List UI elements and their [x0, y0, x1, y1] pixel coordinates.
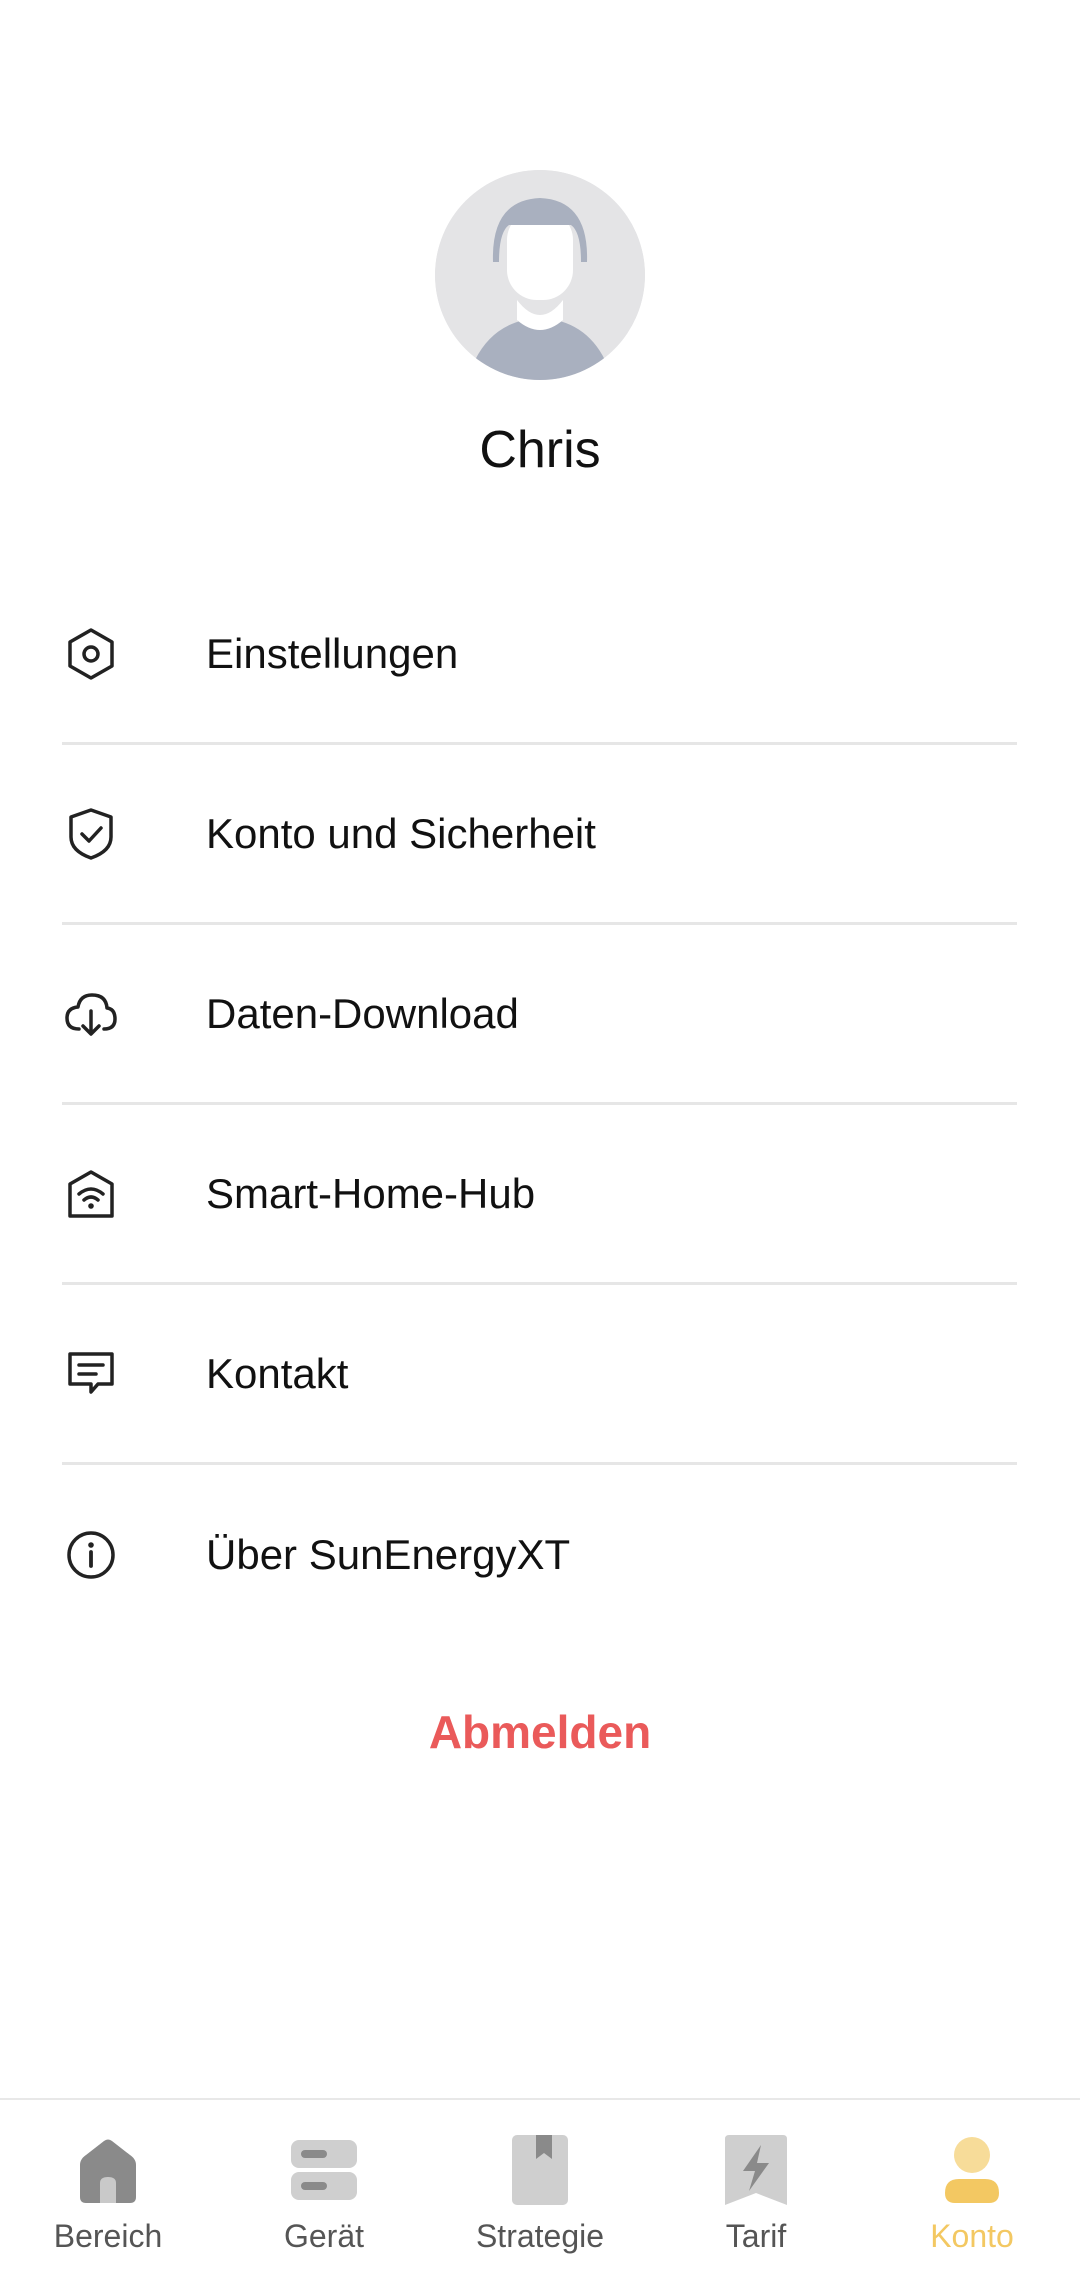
menu-item-smart-home-hub[interactable]: Smart-Home-Hub [62, 1105, 1017, 1285]
menu-item-label: Einstellungen [206, 629, 459, 677]
user-name: Chris [479, 421, 601, 479]
avatar[interactable] [435, 170, 645, 380]
tab-label: Tarif [725, 2218, 787, 2254]
tab-label: Strategie [475, 2218, 605, 2254]
logout-button[interactable]: Abmelden [0, 1705, 1080, 1759]
menu-item-account-security[interactable]: Konto und Sicherheit [62, 745, 1017, 925]
account-menu: Einstellungen Konto und Sicherheit Daten… [62, 565, 1017, 1645]
device-icon [286, 2132, 362, 2208]
tab-konto[interactable]: Konto [864, 2100, 1080, 2285]
account-icon [934, 2132, 1010, 2208]
tab-tarif[interactable]: Tarif [648, 2100, 864, 2285]
cloud-download-icon [64, 987, 118, 1041]
tab-bereich[interactable]: Bereich [0, 2100, 216, 2285]
menu-item-label: Über SunEnergyXT [206, 1531, 571, 1578]
menu-item-label: Smart-Home-Hub [206, 1169, 536, 1217]
menu-item-label: Daten-Download [206, 989, 519, 1037]
user-avatar-icon [435, 170, 645, 380]
tab-strategie[interactable]: Strategie [432, 2100, 648, 2285]
tab-label: Gerät [283, 2218, 365, 2254]
bottom-tab-bar: Bereich Gerät Strategie Tarif Konto [0, 2098, 1080, 2285]
home-icon [70, 2132, 146, 2208]
strategy-icon [502, 2132, 578, 2208]
tab-geraet[interactable]: Gerät [216, 2100, 432, 2285]
tab-label: Konto [930, 2218, 1014, 2254]
menu-item-data-download[interactable]: Daten-Download [62, 925, 1017, 1105]
settings-hexagon-icon [64, 627, 118, 681]
tab-label: Bereich [53, 2218, 163, 2254]
menu-item-contact[interactable]: Kontakt [62, 1285, 1017, 1465]
home-wifi-icon [64, 1167, 118, 1221]
menu-item-about[interactable]: Über SunEnergyXT [62, 1465, 1017, 1645]
info-icon [64, 1528, 118, 1582]
menu-item-settings[interactable]: Einstellungen [62, 565, 1017, 745]
menu-item-label: Konto und Sicherheit [206, 809, 596, 857]
profile-section: Chris [0, 170, 1080, 482]
tariff-icon [718, 2132, 794, 2208]
menu-item-label: Kontakt [206, 1349, 349, 1397]
message-icon [64, 1347, 118, 1401]
shield-check-icon [64, 807, 118, 861]
